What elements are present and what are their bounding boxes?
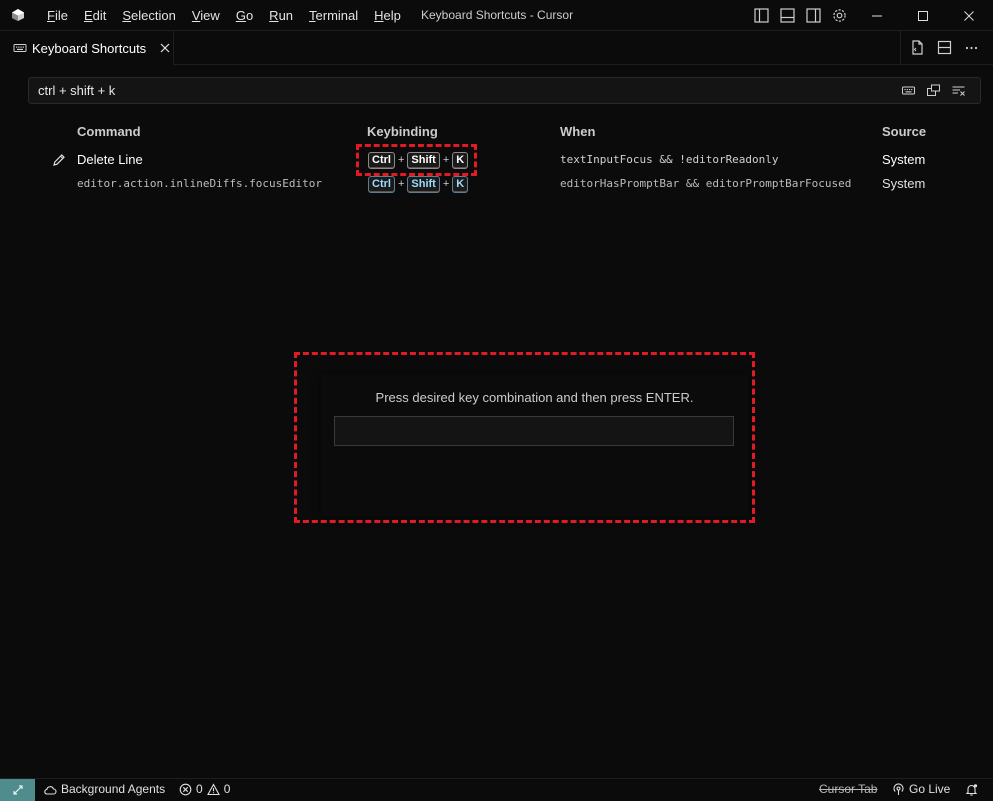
layout-controls xyxy=(753,7,848,24)
menu-selection[interactable]: Selection xyxy=(114,8,183,23)
cursor-tab-label: Cursor Tab xyxy=(819,782,878,796)
tab-label: Keyboard Shortcuts xyxy=(32,40,147,56)
source-value: System xyxy=(882,176,926,191)
source-value: System xyxy=(882,152,926,167)
bell-icon xyxy=(965,784,978,796)
when-clause: textInputFocus && !editorReadonly xyxy=(560,153,779,166)
tab-actions-divider xyxy=(900,31,901,65)
notifications-item[interactable] xyxy=(965,779,978,800)
key-cap: Shift xyxy=(407,175,440,193)
cloud-icon xyxy=(44,785,57,795)
menu-edit[interactable]: Edit xyxy=(76,8,114,23)
close-tab-icon[interactable] xyxy=(158,41,172,55)
editor-actions xyxy=(909,39,980,56)
maximize-button[interactable] xyxy=(900,0,946,31)
command-id: editor.action.inlineDiffs.focusEditor xyxy=(77,177,323,190)
cursor-logo-icon xyxy=(12,9,24,21)
keybindings-search-input[interactable] xyxy=(38,81,858,100)
close-icon xyxy=(964,10,974,21)
error-count: 0 xyxy=(196,782,203,796)
dialog-highlight-box xyxy=(294,352,755,523)
toggle-primary-sidebar-icon[interactable] xyxy=(753,7,770,24)
tab-keyboard-shortcuts[interactable]: Keyboard Shortcuts xyxy=(0,31,174,66)
keyboard-icon xyxy=(13,44,27,52)
clear-search-icon[interactable] xyxy=(951,83,966,98)
settings-gear-icon[interactable] xyxy=(831,7,848,24)
split-editor-icon[interactable] xyxy=(936,39,953,56)
status-bar: Background Agents 0 0 Cursor Tab Go Live xyxy=(0,778,993,801)
search-actions xyxy=(901,83,966,98)
menu-bar: File Edit Selection View Go Run Terminal… xyxy=(39,8,409,23)
toggle-secondary-sidebar-icon[interactable] xyxy=(805,7,822,24)
menu-go[interactable]: Go xyxy=(228,8,261,23)
warning-icon xyxy=(206,783,220,796)
open-keybindings-json-icon[interactable] xyxy=(909,39,926,56)
remote-connection-icon xyxy=(12,785,23,795)
menu-view[interactable]: View xyxy=(184,8,228,23)
minimize-icon xyxy=(872,15,882,16)
go-live-item[interactable]: Go Live xyxy=(892,779,950,800)
minimize-button[interactable] xyxy=(854,0,900,31)
background-agents-item[interactable]: Background Agents xyxy=(43,779,165,800)
column-header-keybinding[interactable]: Keybinding xyxy=(367,124,438,139)
background-agents-label: Background Agents xyxy=(61,782,166,796)
record-keys-icon[interactable] xyxy=(901,83,916,98)
command-name: Delete Line xyxy=(77,152,143,167)
toggle-panel-icon[interactable] xyxy=(779,7,796,24)
more-actions-icon[interactable] xyxy=(963,39,980,56)
table-row[interactable]: editor.action.inlineDiffs.focusEditor Ct… xyxy=(0,172,993,196)
cursor-tab-item[interactable]: Cursor Tab xyxy=(819,779,877,800)
menu-terminal[interactable]: Terminal xyxy=(301,8,366,23)
remote-indicator[interactable] xyxy=(0,779,35,801)
column-header-command[interactable]: Command xyxy=(77,124,141,139)
problems-item[interactable]: 0 0 xyxy=(179,779,230,800)
broadcast-icon xyxy=(893,783,904,795)
close-window-button[interactable] xyxy=(946,0,992,31)
when-clause: editorHasPromptBar && editorPromptBarFoc… xyxy=(560,177,852,190)
menu-run[interactable]: Run xyxy=(261,8,301,23)
warning-count: 0 xyxy=(223,782,231,796)
title-bar: File Edit Selection View Go Run Terminal… xyxy=(0,0,993,31)
sort-by-precedence-icon[interactable] xyxy=(926,83,941,98)
key-cap: K xyxy=(452,175,469,193)
maximize-icon xyxy=(918,10,928,21)
column-header-source[interactable]: Source xyxy=(882,124,926,139)
keybinding-highlight-box xyxy=(356,144,477,176)
keybindings-search-box xyxy=(28,77,981,104)
menu-help[interactable]: Help xyxy=(366,8,409,23)
window-title: Keyboard Shortcuts - Cursor xyxy=(421,8,574,22)
error-icon xyxy=(179,783,192,796)
menu-file[interactable]: File xyxy=(39,8,76,23)
edit-pencil-icon[interactable] xyxy=(52,153,66,167)
table-row[interactable]: Delete Line Ctrl + Shift + K textInputFo… xyxy=(0,148,993,172)
column-header-when[interactable]: When xyxy=(560,124,595,139)
editor-tab-bar: Keyboard Shortcuts xyxy=(0,31,993,66)
key-cap: Ctrl xyxy=(368,175,395,193)
go-live-label: Go Live xyxy=(909,782,951,796)
